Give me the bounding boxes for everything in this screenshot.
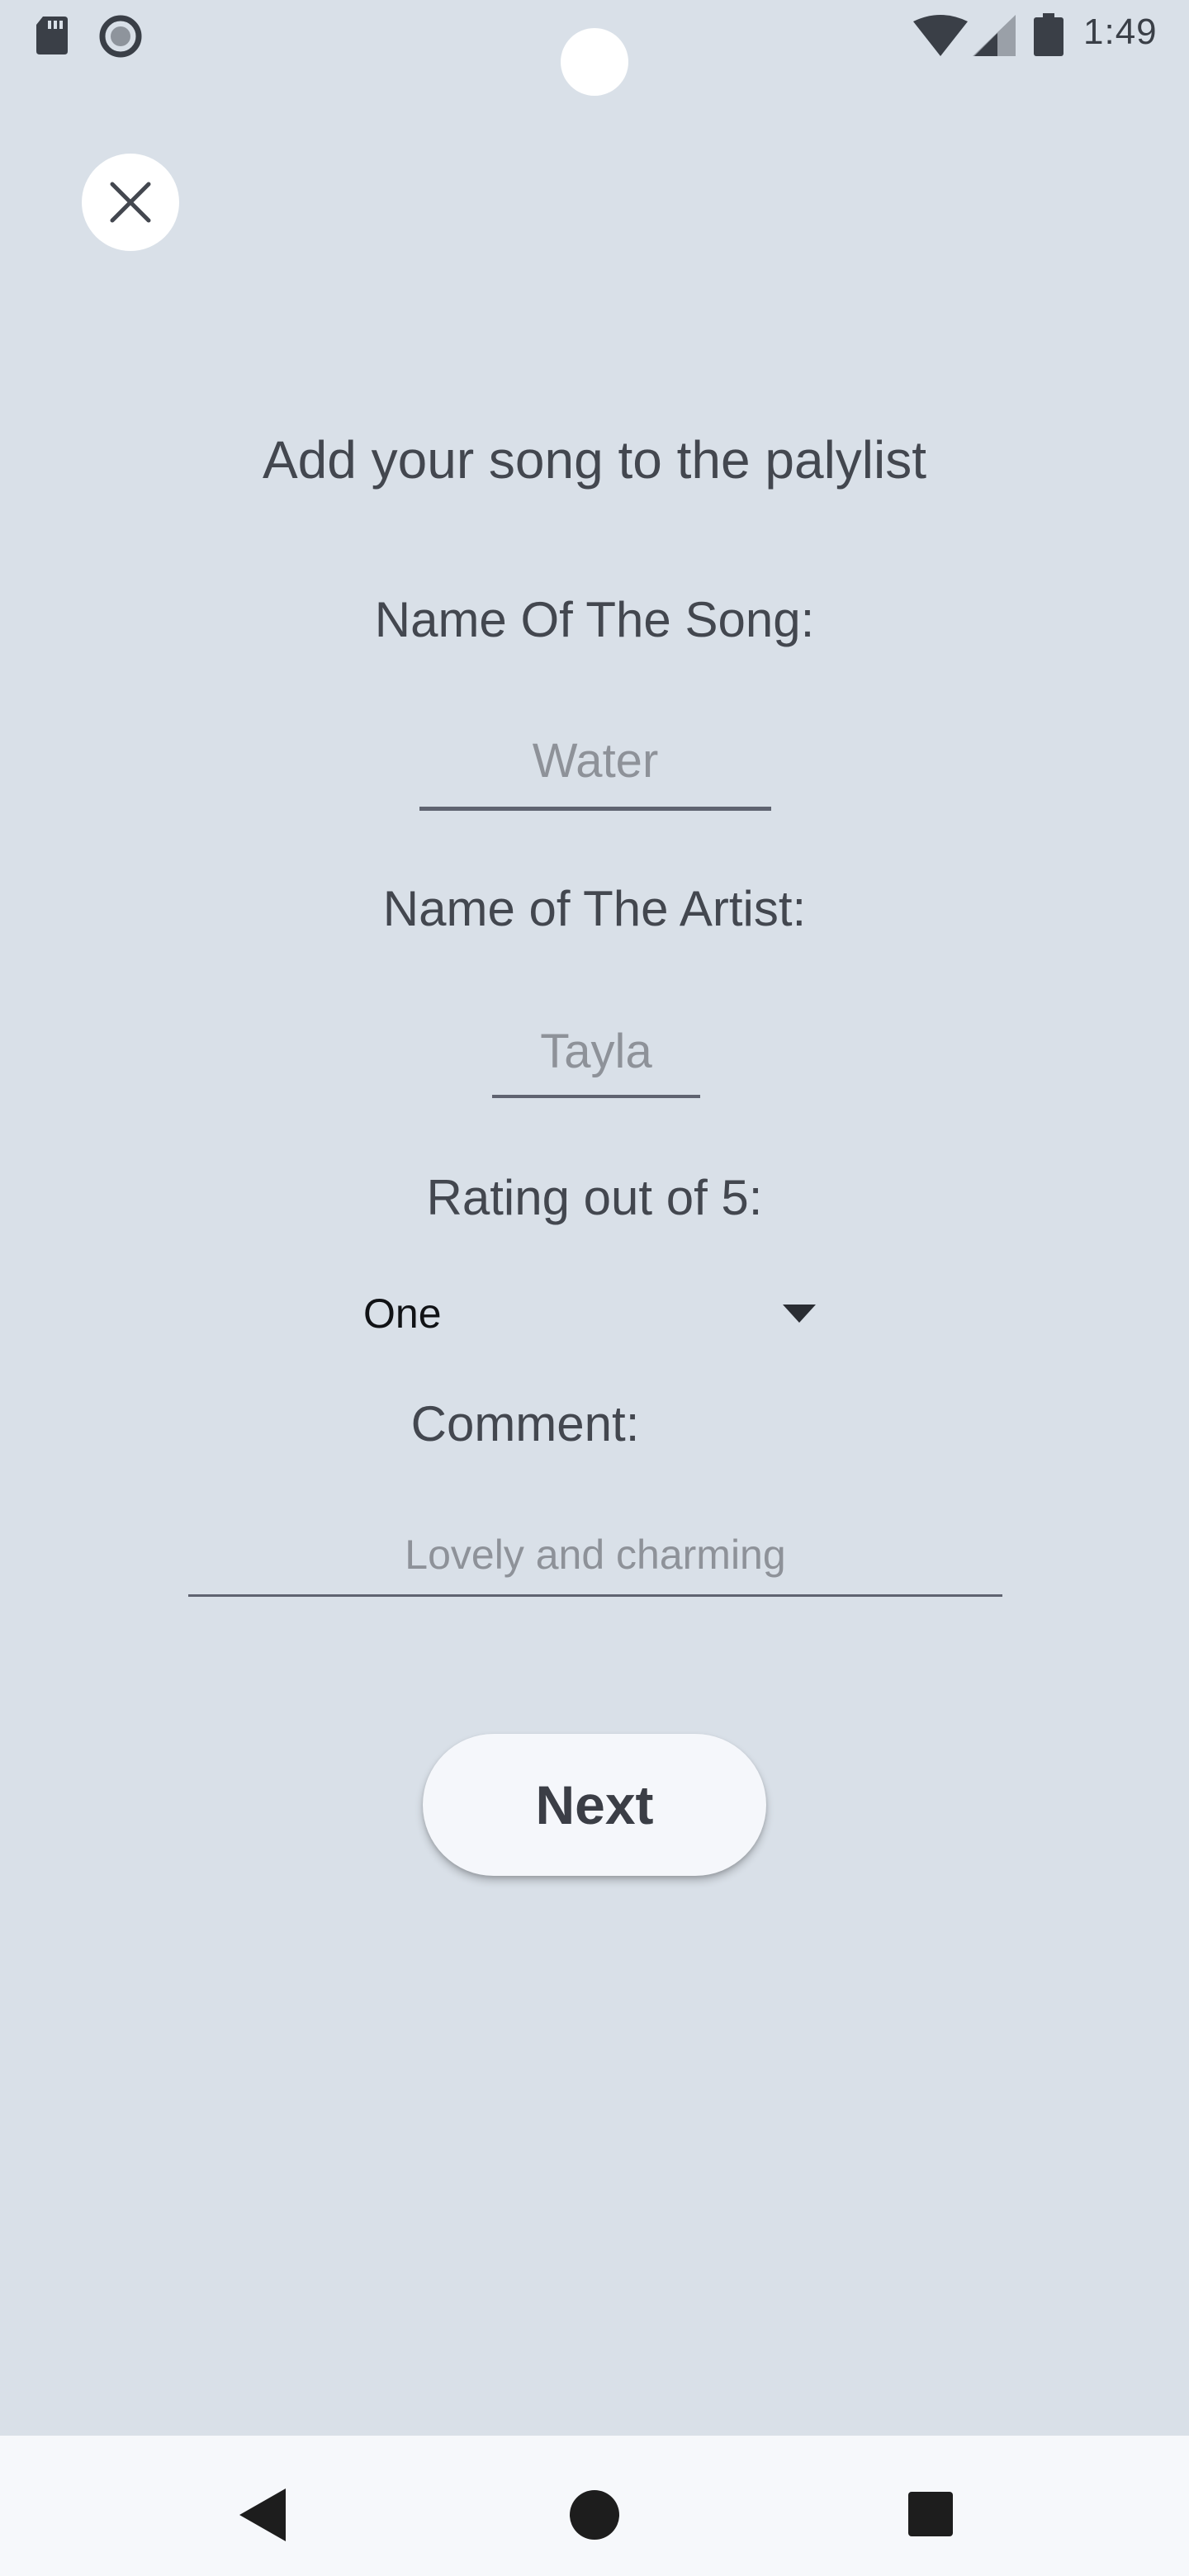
home-icon[interactable] (570, 2490, 619, 2540)
rating-label: Rating out of 5: (426, 1170, 763, 1225)
navigation-bar (0, 2436, 1189, 2576)
song-name-value: Water (532, 734, 659, 788)
record-icon (99, 15, 142, 58)
artist-name-value: Tayla (540, 1025, 652, 1078)
rating-dropdown[interactable]: One (363, 1285, 842, 1344)
battery-icon (1034, 13, 1063, 56)
recents-icon[interactable] (908, 2492, 953, 2536)
camera-cutout (561, 28, 628, 96)
page-title: Add your song to the palylist (262, 430, 927, 490)
comment-label: Comment: (410, 1396, 640, 1451)
back-icon[interactable] (239, 2488, 286, 2541)
artist-name-label: Name of The Artist: (382, 881, 807, 936)
status-bar: 1:49 (0, 0, 1189, 96)
song-name-input[interactable]: Water (419, 733, 771, 811)
close-button[interactable] (82, 154, 179, 251)
comment-input[interactable]: Lovely and charming (188, 1531, 1002, 1597)
comment-value: Lovely and charming (405, 1532, 786, 1578)
song-name-label: Name Of The Song: (374, 592, 815, 647)
sd-card-icon (36, 17, 68, 54)
wifi-icon (913, 15, 968, 56)
status-time: 1:49 (1083, 12, 1158, 52)
next-button[interactable]: Next (423, 1734, 766, 1876)
rating-selected-value: One (363, 1290, 442, 1337)
chevron-down-icon (783, 1305, 816, 1323)
close-icon (110, 182, 151, 223)
artist-name-input[interactable]: Tayla (492, 1024, 700, 1098)
signal-icon (973, 15, 1016, 56)
